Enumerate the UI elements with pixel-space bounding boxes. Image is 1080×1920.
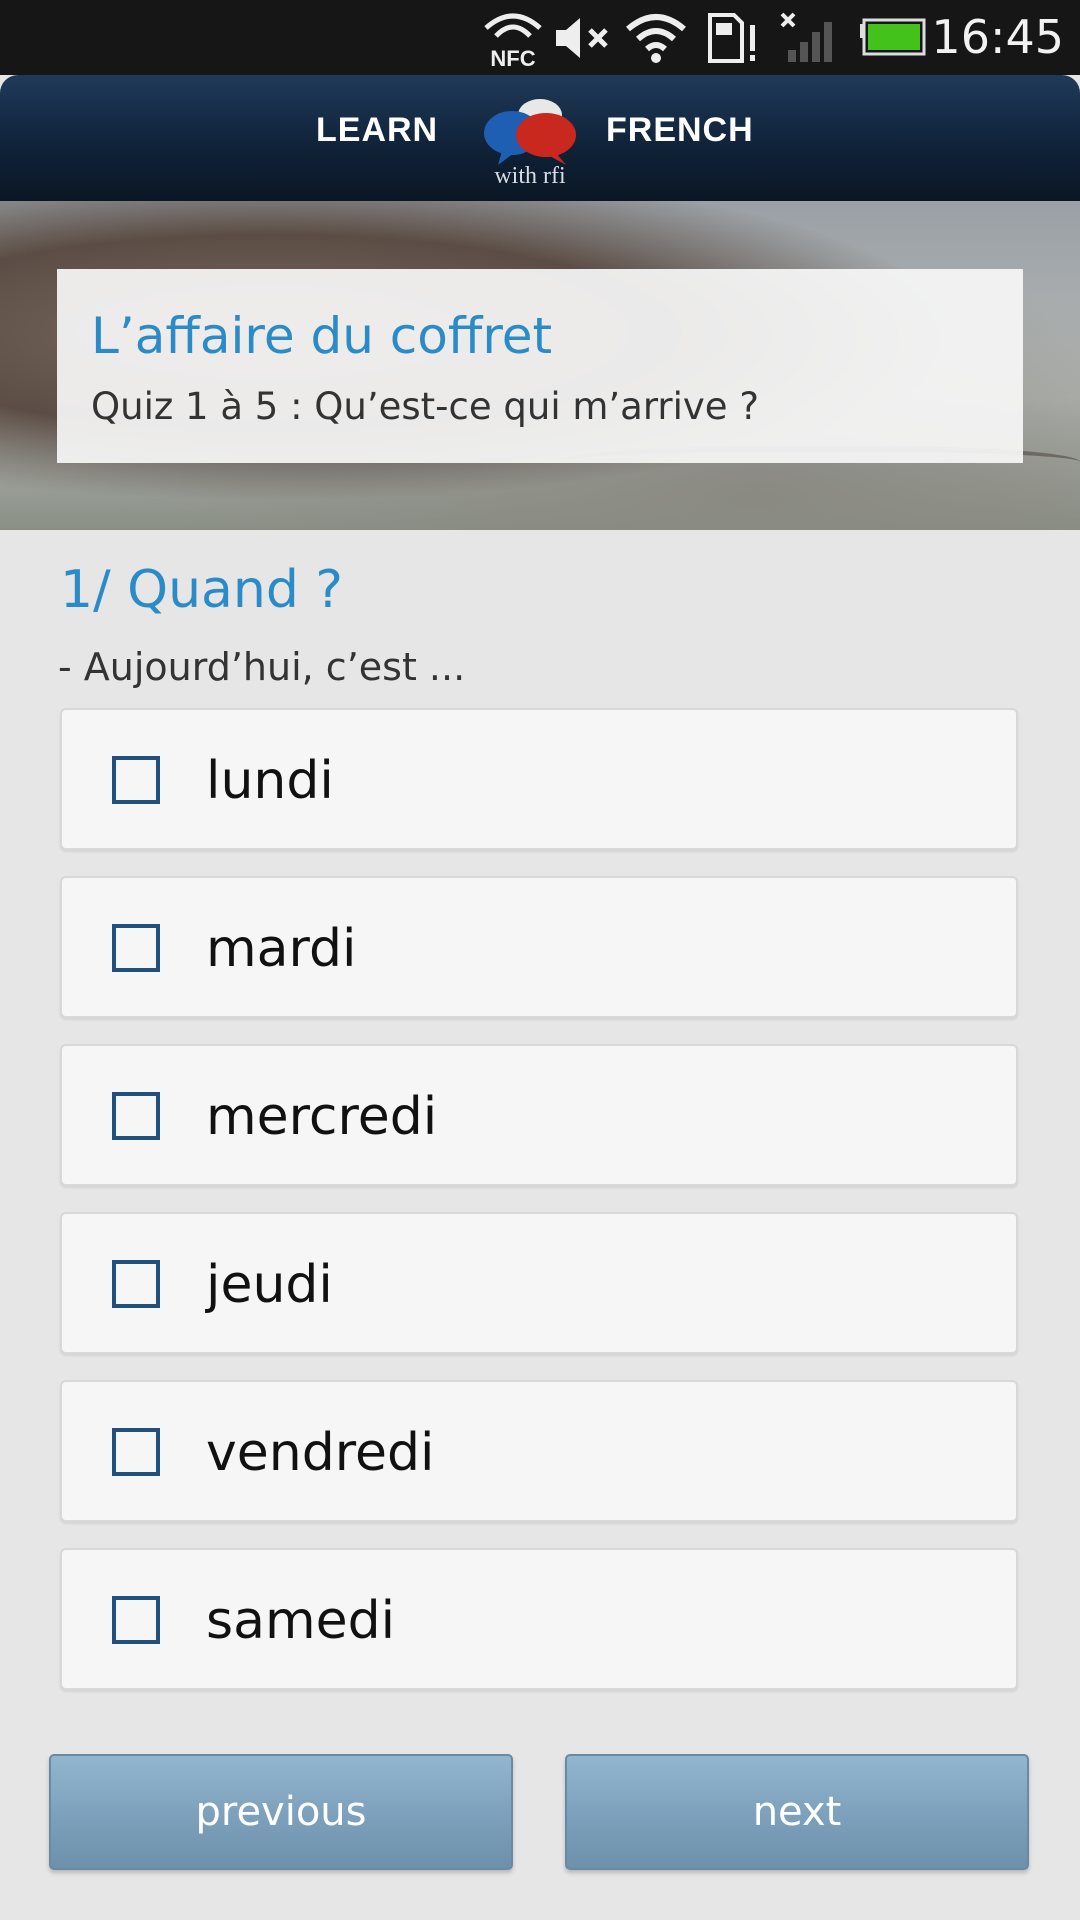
answer-label: mardi xyxy=(206,919,357,979)
checkbox[interactable] xyxy=(112,1596,160,1644)
nfc-icon: NFC xyxy=(478,0,548,75)
lesson-title: L’affaire du coffret xyxy=(91,307,553,365)
question-title: 1/ Quand ? xyxy=(60,560,343,620)
answer-option-vendredi[interactable]: vendredi xyxy=(60,1380,1018,1522)
status-time: 16:45 xyxy=(931,10,1064,64)
sd-card-alert-icon xyxy=(704,0,762,75)
answer-option-mardi[interactable]: mardi xyxy=(60,876,1018,1018)
header-learn-word: LEARN xyxy=(316,111,439,149)
previous-button[interactable]: previous xyxy=(49,1754,513,1870)
checkbox[interactable] xyxy=(112,756,160,804)
battery-icon xyxy=(858,0,928,75)
svg-text:NFC: NFC xyxy=(490,46,535,70)
answer-label: mercredi xyxy=(206,1087,438,1147)
status-bar: NFC 16:45 xyxy=(0,0,1080,75)
lesson-banner: L’affaire du coffret Quiz 1 à 5 : Qu’est… xyxy=(0,201,1080,530)
header-french-word: FRENCH xyxy=(606,111,754,149)
app-header: LEARN with rfi FRENCH xyxy=(0,75,1080,201)
answer-label: vendredi xyxy=(206,1423,435,1483)
answer-option-mercredi[interactable]: mercredi xyxy=(60,1044,1018,1186)
answer-option-jeudi[interactable]: jeudi xyxy=(60,1212,1018,1354)
answer-label: jeudi xyxy=(206,1255,333,1315)
wifi-icon xyxy=(624,0,688,75)
next-button[interactable]: next xyxy=(565,1754,1029,1870)
checkbox[interactable] xyxy=(112,1428,160,1476)
no-signal-icon xyxy=(778,0,840,75)
lesson-card: L’affaire du coffret Quiz 1 à 5 : Qu’est… xyxy=(57,269,1023,463)
answer-option-lundi[interactable]: lundi xyxy=(60,708,1018,850)
checkbox[interactable] xyxy=(112,1092,160,1140)
answer-label: lundi xyxy=(206,751,334,811)
answer-label: samedi xyxy=(206,1591,396,1651)
checkbox[interactable] xyxy=(112,1260,160,1308)
lesson-subtitle: Quiz 1 à 5 : Qu’est-ce qui m’arrive ? xyxy=(91,385,759,428)
logo-subtitle: with rfi xyxy=(494,163,566,189)
question-prompt: - Aujourd’hui, c’est ... xyxy=(58,645,466,689)
answer-option-samedi[interactable]: samedi xyxy=(60,1548,1018,1690)
checkbox[interactable] xyxy=(112,924,160,972)
volume-muted-icon xyxy=(552,0,616,75)
